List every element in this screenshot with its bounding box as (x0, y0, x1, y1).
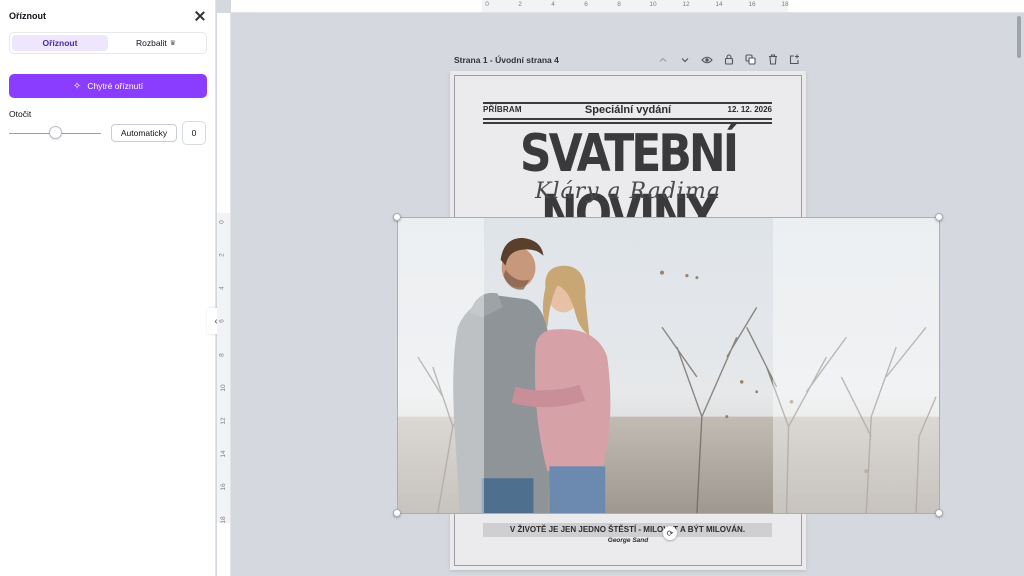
newspaper-author[interactable]: George Sand (450, 537, 806, 544)
auto-rotate-button[interactable]: Automaticky (111, 124, 177, 142)
ruler-left-tick: 4 (218, 286, 226, 290)
crop-handle-top-left[interactable] (393, 213, 401, 221)
ruler-left-tick: 8 (218, 353, 226, 357)
crop-handle-bottom-left[interactable] (393, 509, 401, 517)
tab-expand[interactable]: Rozbalit ♛ (108, 35, 204, 51)
crop-panel: Oříznout Oříznout Rozbalit ♛ ✧ Chytré oř… (0, 0, 216, 576)
ruler-top-tick: 16 (748, 1, 756, 8)
ruler-top-tick: 10 (649, 1, 657, 8)
crop-handle-bottom-right[interactable] (935, 509, 943, 517)
crop-outside-left (398, 218, 484, 513)
panel-header: Oříznout (9, 9, 207, 23)
tab-crop[interactable]: Oříznout (12, 35, 108, 51)
rotate-slider-thumb[interactable] (48, 126, 62, 139)
rotate-value-input[interactable] (182, 121, 206, 145)
rotate-icon: ⟳ (666, 528, 674, 538)
ruler-top-tick: 12 (682, 1, 690, 8)
newspaper-date[interactable]: 12. 12. 2026 (728, 105, 772, 114)
magic-wand-icon: ✧ (72, 80, 82, 92)
ruler-top: 0 2 4 6 8 10 12 14 16 18 (231, 0, 1024, 13)
ruler-left: 0 2 4 6 8 10 12 14 16 18 (217, 13, 231, 576)
duplicate-icon[interactable] (744, 53, 757, 66)
crop-mode-tabs: Oříznout Rozbalit ♛ (9, 32, 207, 54)
crop-outside-right (773, 218, 939, 513)
page-caption[interactable]: Strana 1 - Úvodní strana 4 (454, 55, 559, 65)
ruler-top-tick: 6 (584, 1, 588, 8)
ruler-top-tick: 18 (781, 1, 789, 8)
ruler-top-tick: 8 (617, 1, 621, 8)
smart-crop-label: Chytré oříznutí (87, 81, 144, 91)
tab-expand-label: Rozbalit (136, 38, 167, 48)
eye-icon[interactable] (700, 53, 713, 66)
crop-area[interactable] (397, 217, 940, 514)
ruler-top-tick: 4 (551, 1, 555, 8)
ruler-top-tick: 14 (715, 1, 723, 8)
rotate-slider[interactable] (9, 125, 101, 141)
chevron-down-icon[interactable] (678, 53, 691, 66)
add-page-icon[interactable] (788, 53, 801, 66)
ruler-top-highlight (482, 0, 788, 12)
lock-icon[interactable] (722, 53, 735, 66)
ruler-left-highlight (217, 213, 230, 523)
newspaper-quote[interactable]: V ŽIVOTĚ JE JEN JEDNO ŠTĚSTÍ - MILOVAT A… (483, 523, 772, 537)
rule-mid-1 (483, 118, 772, 120)
ruler-left-tick: 12 (220, 417, 228, 425)
ruler-left-tick: 2 (218, 253, 226, 257)
ruler-left-tick: 10 (220, 384, 228, 392)
ruler-left-tick: 18 (220, 516, 228, 524)
ruler-top-tick: 2 (518, 1, 522, 8)
close-icon[interactable] (193, 9, 207, 23)
page-toolbar (656, 53, 801, 66)
ruler-left-tick: 0 (218, 220, 226, 224)
chevron-up-icon[interactable] (656, 53, 669, 66)
vertical-scrollbar[interactable] (1017, 16, 1021, 58)
ruler-left-tick: 14 (220, 450, 228, 458)
newspaper-names[interactable]: Kláry a Radima (450, 179, 806, 204)
crop-handle-top-right[interactable] (935, 213, 943, 221)
ruler-top-tick: 0 (485, 1, 489, 8)
ruler-left-tick: 16 (220, 483, 228, 491)
panel-title: Oříznout (9, 11, 46, 21)
tab-crop-label: Oříznout (42, 38, 78, 48)
crown-icon: ♛ (169, 40, 176, 47)
ruler-left-tick: 6 (218, 319, 226, 323)
rotate-label: Otočit (9, 109, 32, 119)
rotate-handle[interactable]: ⟳ (663, 526, 677, 540)
smart-crop-button[interactable]: ✧ Chytré oříznutí (9, 74, 207, 98)
trash-icon[interactable] (766, 53, 779, 66)
